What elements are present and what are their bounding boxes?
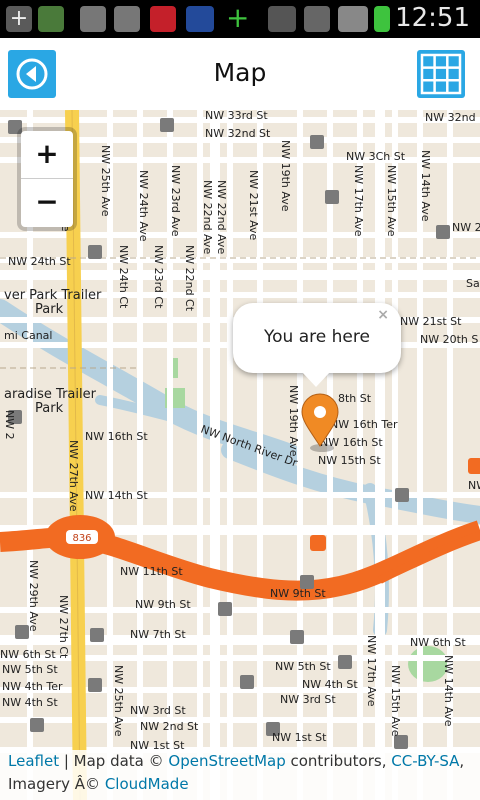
street-label: NW 33rd St [205,110,268,122]
zoom-in-button[interactable]: + [21,131,73,179]
street-label: NW 4th St [2,696,58,709]
street-label: NW 14 [468,479,480,492]
vibrate-icon [268,6,296,32]
street-label: NW 16th Ter [330,418,398,431]
page-title: Map [213,58,267,87]
street-label: NW 6th St [410,636,466,649]
street-label: NW 27th Ct [57,595,70,659]
attribution-text: Imagery Â© [8,775,105,793]
attribution-text: contributors, [285,752,392,770]
app-s-icon [150,6,176,32]
street-label: NW 4th St [302,678,358,691]
street-label: NW 22nd Ct [183,245,196,312]
street-label: NW 24th Ct [117,245,130,309]
battery-icon [374,6,390,32]
street-label: NW 6th St [0,648,56,661]
openstreetmap-link[interactable]: OpenStreetMap [168,752,285,770]
gallery-icon [114,6,140,32]
street-label: NW 14th Ave [442,655,455,727]
street-label: NW 4th Ter [2,680,63,693]
street-label: NW 26th [452,221,480,234]
street-label: NW 16th St [85,430,148,443]
add-notification-icon: + [6,6,32,32]
wifi-icon [304,6,330,32]
app-blue-icon [186,6,214,32]
route-label: 836 [72,533,91,544]
attribution-text: | Map data © [59,752,169,770]
street-label: 8th St [338,392,372,405]
zoom-control: + − [17,127,77,231]
plus-icon: + [226,1,250,34]
map-attribution: Leaflet | Map data © OpenStreetMap contr… [0,750,480,800]
grid-menu-button[interactable] [417,50,465,98]
license-link[interactable]: CC-BY-SA [391,752,459,770]
street-label: Sa [466,277,480,290]
sd-card-icon [80,6,106,32]
signal-icon [338,6,368,32]
popup-close-button[interactable]: × [377,307,389,323]
hospital-icon-right [468,458,480,474]
street-label: NW 15th Ave [389,665,402,737]
app-header: Map [0,38,480,111]
street-label: NW 7th St [130,628,186,641]
street-label: NW 25th Ave [112,665,125,737]
street-label: NW 17th Ave [352,165,365,237]
street-label: NW 17th Ave [365,635,378,707]
leaflet-link[interactable]: Leaflet [8,752,59,770]
park-pond [408,646,448,682]
grid-icon [420,53,462,95]
popup-text: You are here [264,327,370,347]
street-label: NW 19th Ave [279,140,292,212]
street-label: NW 15th Ave [385,165,398,237]
map-view[interactable]: 836 NW 33rd St NW 32nd St NW 32nd NW 3Ch… [0,110,480,800]
street-label: Park [35,302,64,317]
clock: 12:51 [395,3,470,33]
street-label: NW 24th Ave [137,170,150,242]
street-label: NW 21st Ave [247,170,260,241]
street-label: NW 15th St [318,454,381,467]
street-label: NW 3rd St [130,704,186,717]
street-label: NW 22nd Ave [201,180,214,254]
street-label: NW 23rd Ave [169,165,182,237]
street-label: NW 9th St [135,598,191,611]
street-label: NW 27th Ave [67,440,80,512]
zoom-out-button[interactable]: − [21,179,73,226]
street-label: NW 21st St [400,315,462,328]
upload-icon [38,6,64,32]
street-label: NW 2nd St [140,720,199,733]
hospital-icon [310,535,326,551]
street-label: NW 9th St [270,587,326,600]
street-label: NW 11th St [120,565,183,578]
street-label: NW 14th Ave [419,150,432,222]
street-label: NW 20th S [420,333,478,346]
street-label: NW 2 [3,410,16,440]
location-popup: You are here × [233,303,401,373]
street-label: NW 5th St [2,663,58,676]
street-label: NW 19th Ave [287,385,300,457]
cloudmade-link[interactable]: CloudMade [105,775,189,793]
street-label: NW 25th Ave [99,145,112,217]
street-label: aradise Trailer [4,387,97,402]
attribution-text: , [459,752,465,770]
street-label: NW 32nd St [205,127,271,140]
street-label: NW 3Ch St [346,150,406,163]
status-bar: + + 12:51 [0,0,480,38]
street-label: NW 23rd Ct [152,245,165,309]
street-label: NW 32nd [425,111,476,124]
street-label: NW 5th St [275,660,331,673]
street-label: mi Canal [4,329,52,342]
street-label: ver Park Trailer [4,288,102,303]
street-label: NW 29th Ave [27,560,40,632]
street-label: NW 14th St [85,489,148,502]
street-label: Park [35,401,64,416]
street-label: NW 1st St [272,731,327,744]
street-label: NW 22nd Ave [215,180,228,254]
street-label: NW 3rd St [280,693,336,706]
popup-tip [301,371,331,387]
street-label: NW 24th St [8,255,71,268]
